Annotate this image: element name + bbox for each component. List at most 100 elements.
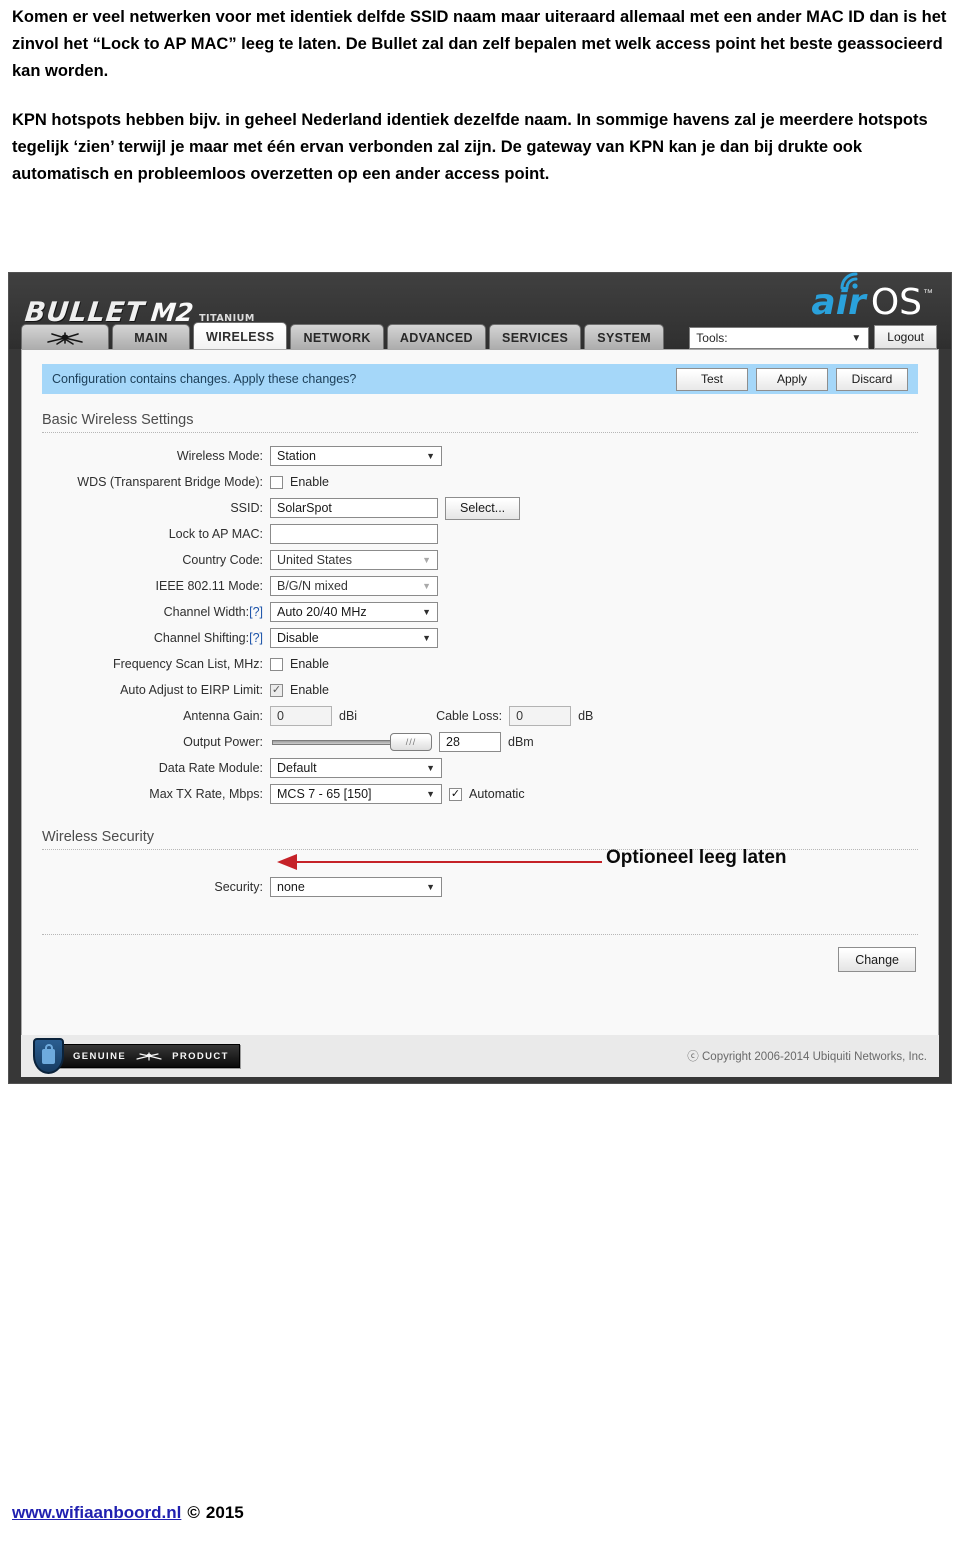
chevron-down-icon: ▼ xyxy=(426,789,435,799)
chevron-down-icon: ▼ xyxy=(422,555,431,565)
tab-advanced[interactable]: ADVANCED xyxy=(386,324,486,350)
config-changes-notice: Configuration contains changes. Apply th… xyxy=(42,364,918,394)
ieee-mode-value: B/G/N mixed xyxy=(277,579,348,593)
tab-ubiquiti-logo[interactable] xyxy=(21,324,109,350)
airos-content: Configuration contains changes. Apply th… xyxy=(21,349,939,1037)
output-power-unit: dBm xyxy=(508,735,534,749)
antenna-gain-unit: dBi xyxy=(339,709,358,723)
security-select[interactable]: none ▼ xyxy=(270,877,442,897)
chevron-down-icon: ▼ xyxy=(422,607,431,617)
lock-shield-icon xyxy=(33,1038,64,1074)
wifi-signal-icon xyxy=(840,272,859,290)
genuine-text: GENUINE xyxy=(73,1050,127,1062)
eirp-limit-label: Auto Adjust to EIRP Limit: xyxy=(120,683,263,697)
country-code-value: United States xyxy=(277,553,353,567)
chevron-down-icon: ▼ xyxy=(426,882,435,892)
max-tx-rate-select[interactable]: MCS 7 - 65 [150] ▼ xyxy=(270,784,442,804)
cable-loss-unit: dB xyxy=(578,709,594,723)
row-output-power: Output Power: /// 28 dBm xyxy=(42,729,918,755)
row-channel-shifting: Channel Shifting:[?] Disable ▼ xyxy=(42,625,918,651)
main-nav-tabs: MAIN WIRELESS NETWORK ADVANCED SERVICES … xyxy=(9,320,951,350)
ubiquiti-logo-icon xyxy=(47,331,83,345)
tools-dropdown[interactable]: Tools: ▼ xyxy=(689,327,870,349)
copyright-symbol: © xyxy=(187,1503,200,1522)
annotation-line xyxy=(282,861,602,863)
notice-buttons: Test Apply Discard xyxy=(676,367,908,391)
freq-scan-list-enable-label: Enable xyxy=(290,657,329,671)
output-power-label: Output Power: xyxy=(183,735,263,749)
row-eirp-limit: Auto Adjust to EIRP Limit: ✓ Enable xyxy=(42,677,918,703)
logout-button[interactable]: Logout xyxy=(874,325,937,349)
channel-width-select[interactable]: Auto 20/40 MHz ▼ xyxy=(270,602,438,622)
row-max-tx-rate: Max TX Rate, Mbps: MCS 7 - 65 [150] ▼ ✓ … xyxy=(42,781,918,807)
data-rate-module-select[interactable]: Default ▼ xyxy=(270,758,442,778)
copyright-text: ⓒ Copyright 2006-2014 Ubiquiti Networks,… xyxy=(687,1051,927,1063)
row-lock-ap-mac: Lock to AP MAC: xyxy=(42,521,918,547)
row-security: Security: none ▼ xyxy=(42,874,918,900)
airos-header: BULLET M2 TITANIUM air OS ™ MAIN WIRELES… xyxy=(9,272,951,350)
page-footer: www.wifiaanboord.nl © 2015 xyxy=(12,1503,244,1523)
test-button[interactable]: Test xyxy=(676,367,748,391)
channel-shifting-label: Channel Shifting:[?] xyxy=(42,631,270,645)
row-ssid: SSID: SolarSpot Select... xyxy=(42,495,918,521)
wireless-mode-select[interactable]: Station ▼ xyxy=(270,446,442,466)
wds-enable-checkbox[interactable] xyxy=(270,475,283,489)
change-row: Change xyxy=(42,947,916,972)
max-tx-rate-value: MCS 7 - 65 [150] xyxy=(277,787,372,801)
paragraph-2: KPN hotspots hebben bijv. in geheel Nede… xyxy=(12,111,928,183)
channel-shifting-select[interactable]: Disable ▼ xyxy=(270,628,438,648)
eirp-limit-checkbox[interactable]: ✓ xyxy=(270,683,283,697)
data-rate-module-value: Default xyxy=(277,761,317,775)
change-button[interactable]: Change xyxy=(838,947,916,972)
tab-network[interactable]: NETWORK xyxy=(290,324,384,350)
product-text: PRODUCT xyxy=(172,1050,229,1062)
notice-message: Configuration contains changes. Apply th… xyxy=(52,372,357,386)
row-wireless-mode: Wireless Mode: Station ▼ xyxy=(42,443,918,469)
wds-enable-label: Enable xyxy=(290,475,329,489)
antenna-gain-input[interactable]: 0 xyxy=(270,706,332,726)
channel-width-help-icon[interactable]: [?] xyxy=(249,605,263,619)
output-power-input[interactable]: 28 xyxy=(439,732,501,752)
airos-air-text: air xyxy=(811,272,866,321)
country-code-select[interactable]: United States ▼ xyxy=(270,550,438,570)
data-rate-module-label: Data Rate Module: xyxy=(158,761,263,775)
tab-system[interactable]: SYSTEM xyxy=(584,324,665,350)
freq-scan-list-label: Frequency Scan List, MHz: xyxy=(112,657,263,671)
tab-main[interactable]: MAIN xyxy=(112,324,190,350)
basic-wireless-settings-title: Basic Wireless Settings xyxy=(42,412,918,433)
tab-wireless[interactable]: WIRELESS xyxy=(193,322,288,350)
cable-loss-input[interactable]: 0 xyxy=(509,706,572,726)
channel-shifting-help-icon[interactable]: [?] xyxy=(249,631,263,645)
airos-screenshot: BULLET M2 TITANIUM air OS ™ MAIN WIRELES… xyxy=(8,272,952,1084)
channel-shifting-value: Disable xyxy=(277,631,319,645)
row-ieee-mode: IEEE 802.11 Mode: B/G/N mixed ▼ xyxy=(42,573,918,599)
ssid-select-button[interactable]: Select... xyxy=(445,496,521,520)
freq-scan-list-checkbox[interactable] xyxy=(270,657,283,671)
wireless-security-title: Wireless Security xyxy=(42,829,918,850)
row-country-code: Country Code: United States ▼ xyxy=(42,547,918,573)
airos-logo: air OS ™ xyxy=(811,272,933,321)
wireless-mode-label: Wireless Mode: xyxy=(176,449,263,463)
max-tx-rate-automatic-checkbox[interactable]: ✓ xyxy=(449,787,462,801)
lock-ap-mac-input[interactable] xyxy=(270,524,438,544)
row-wds: WDS (Transparent Bridge Mode): Enable xyxy=(42,469,918,495)
website-link[interactable]: www.wifiaanboord.nl xyxy=(12,1503,181,1523)
row-freq-scan-list: Frequency Scan List, MHz: Enable xyxy=(42,651,918,677)
chevron-down-icon: ▼ xyxy=(426,451,435,461)
output-power-slider[interactable]: /// xyxy=(270,732,432,752)
max-tx-rate-automatic-label: Automatic xyxy=(469,787,525,801)
chevron-down-icon: ▼ xyxy=(426,763,435,773)
ubiquiti-logo-icon xyxy=(136,1051,162,1061)
discard-button[interactable]: Discard xyxy=(836,367,908,391)
channel-width-label-text: Channel Width: xyxy=(163,605,250,619)
ieee-mode-select[interactable]: B/G/N mixed ▼ xyxy=(270,576,438,596)
ssid-input[interactable]: SolarSpot xyxy=(270,498,438,518)
tab-services[interactable]: SERVICES xyxy=(489,324,582,350)
tools-area: Tools: ▼ Logout xyxy=(689,325,937,350)
slider-handle[interactable]: /// xyxy=(390,733,432,751)
apply-button[interactable]: Apply xyxy=(756,367,828,391)
row-antenna-gain: Antenna Gain: 0 dBi Cable Loss: 0 dB xyxy=(42,703,918,729)
country-code-label: Country Code: xyxy=(182,553,263,567)
channel-width-value: Auto 20/40 MHz xyxy=(277,605,367,619)
document-body: Komen er veel netwerken voor met identie… xyxy=(12,4,948,210)
